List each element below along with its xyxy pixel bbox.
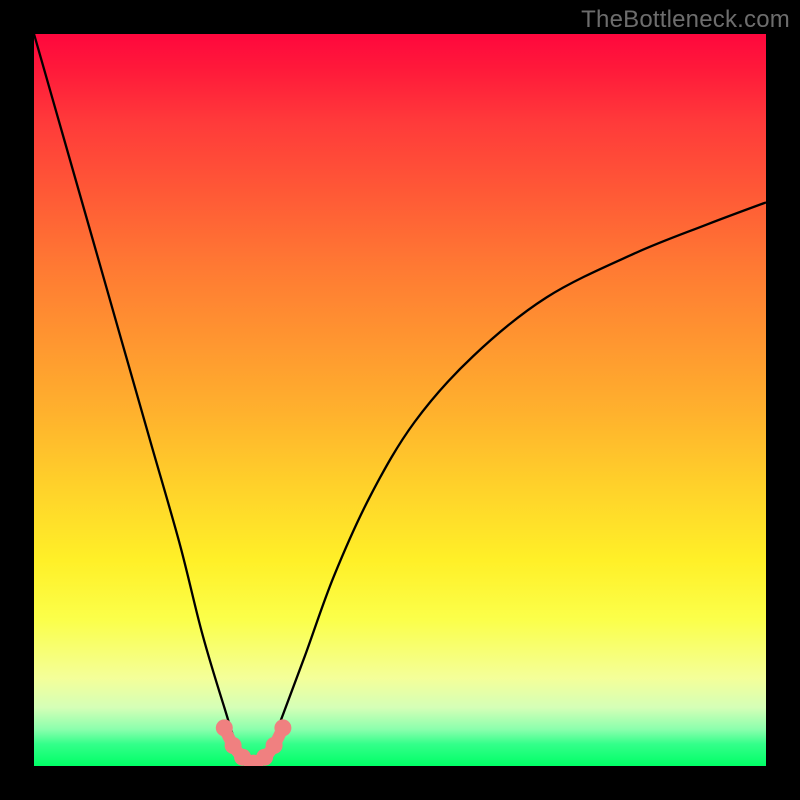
highlight-marker — [216, 719, 233, 736]
plot-area — [34, 34, 766, 766]
curve-layer — [34, 34, 766, 766]
highlight-marker — [274, 719, 291, 736]
highlight-marker — [266, 737, 283, 754]
curve-left-branch — [34, 34, 254, 766]
chart-frame: TheBottleneck.com — [0, 0, 800, 800]
highlight-markers — [216, 719, 292, 766]
watermark-label: TheBottleneck.com — [581, 6, 790, 34]
curve-right-branch — [254, 202, 766, 766]
